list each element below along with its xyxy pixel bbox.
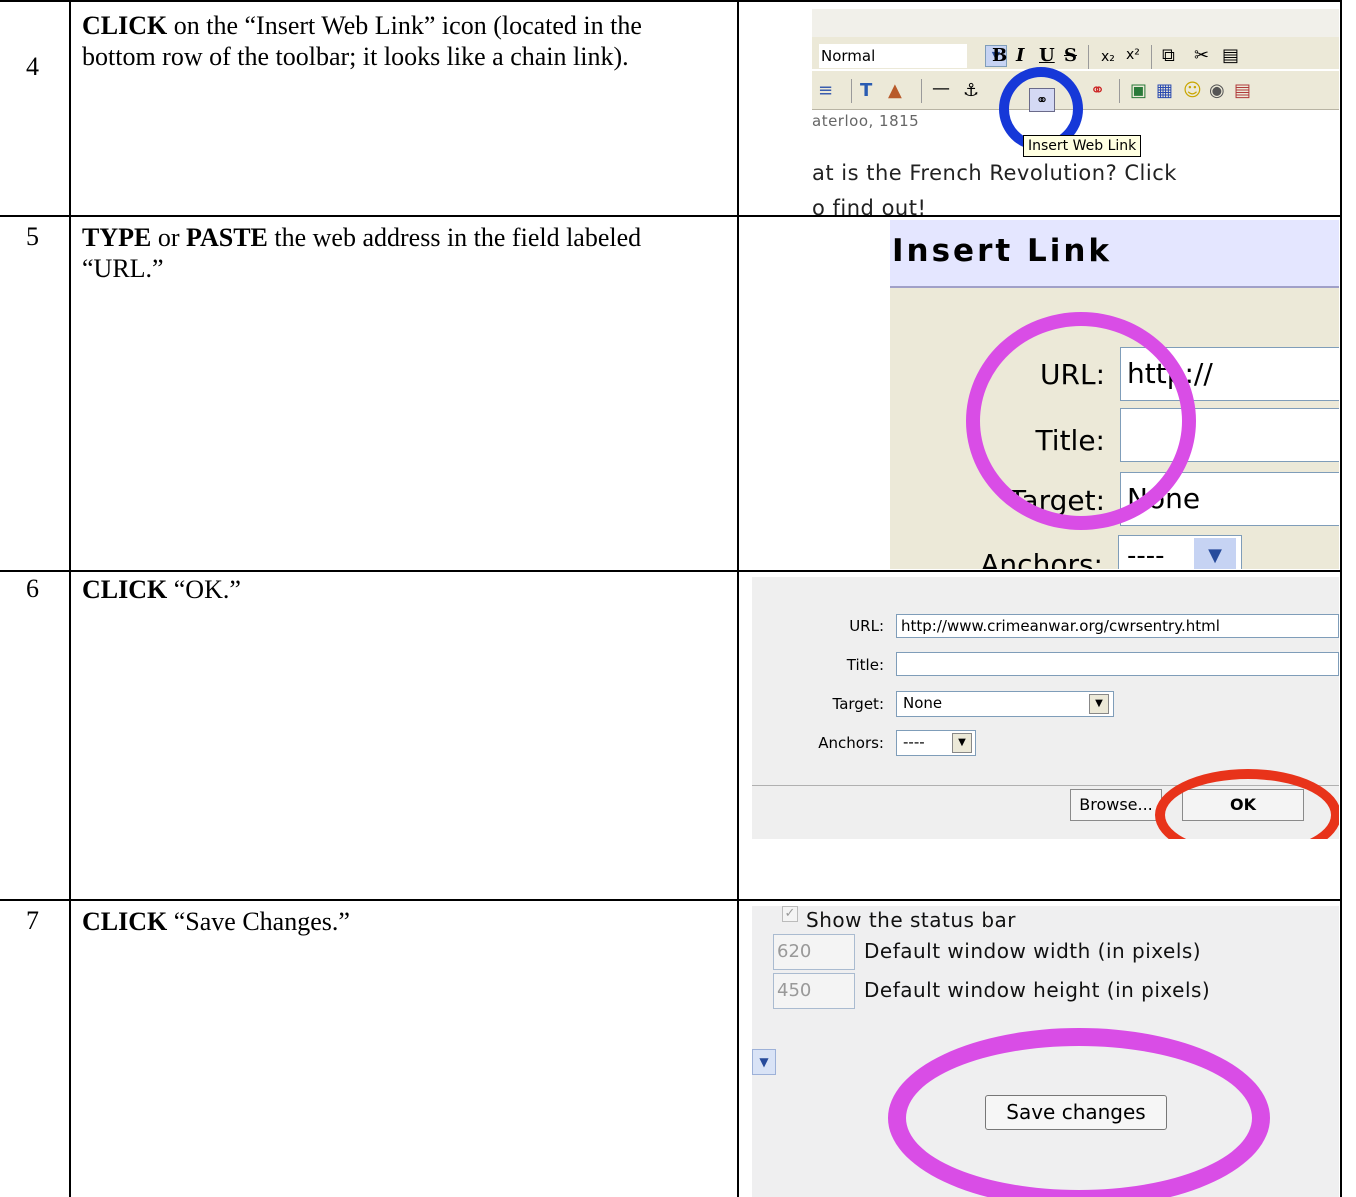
title-label: Title: bbox=[846, 656, 884, 674]
document-text: at is the French Revolution? Click bbox=[812, 161, 1177, 185]
chevron-down-icon[interactable]: ▼ bbox=[1194, 538, 1236, 569]
anchor-icon[interactable]: ⚓ bbox=[963, 81, 979, 101]
chevron-down-icon[interactable]: ▼ bbox=[1089, 694, 1109, 714]
step-instruction: CLICK “Save Changes.” bbox=[82, 906, 722, 937]
italic-icon[interactable]: I bbox=[1016, 46, 1024, 66]
copy-icon[interactable]: ⧉ bbox=[1162, 46, 1175, 66]
url-field[interactable]: http://www.crimeanwar.org/cwrsentry.html bbox=[896, 614, 1339, 638]
step-number: 5 bbox=[26, 222, 39, 251]
paste-word-icon[interactable]: ▤ bbox=[1234, 81, 1251, 101]
insert-link-screenshot: Insert Link URL: http:// Title: Target: … bbox=[890, 220, 1339, 569]
paste-icon[interactable]: ▤ bbox=[1222, 46, 1239, 66]
format-select[interactable]: Normal bbox=[819, 44, 967, 68]
instruction-verb: PASTE bbox=[186, 223, 268, 252]
horizontal-rule-icon[interactable]: — bbox=[932, 79, 950, 99]
table-icon[interactable]: ▦ bbox=[1156, 81, 1173, 101]
highlight-circle bbox=[888, 1028, 1270, 1197]
row-divider bbox=[0, 215, 1342, 217]
toolbar-screenshot: Normal ▼ B I U S x₂ x² ⧉ ✂ ▤ ≡ T ▲ — ⚓ ⚭… bbox=[741, 9, 1339, 215]
underline-icon[interactable]: U bbox=[1039, 46, 1055, 66]
superscript-icon[interactable]: x² bbox=[1126, 45, 1140, 65]
highlight-circle bbox=[1155, 769, 1339, 839]
toolbar-separator bbox=[851, 79, 852, 103]
settings-screenshot: ✓ Show the status bar 620 Default window… bbox=[752, 906, 1339, 1197]
toolbar-separator bbox=[921, 79, 922, 103]
toolbar-top-strip bbox=[812, 9, 1339, 37]
subscript-icon[interactable]: x₂ bbox=[1101, 47, 1115, 67]
step-number: 4 bbox=[26, 52, 39, 81]
chevron-down-icon[interactable]: ▼ bbox=[952, 733, 972, 753]
row-divider bbox=[0, 899, 1342, 901]
row-divider bbox=[0, 570, 1342, 572]
cut-icon[interactable]: ✂ bbox=[1194, 46, 1209, 66]
chevron-down-icon[interactable]: ▼ bbox=[752, 1049, 776, 1075]
instruction-text: “OK.” bbox=[167, 575, 241, 604]
url-label: URL: bbox=[849, 617, 884, 635]
instruction-verb: TYPE bbox=[82, 223, 152, 252]
instruction-verb: CLICK bbox=[82, 11, 168, 40]
remove-link-icon[interactable]: ⚭ bbox=[1090, 81, 1105, 101]
step-number: 7 bbox=[26, 906, 39, 935]
document-text: aterloo, 1815 bbox=[812, 112, 920, 130]
title-field[interactable] bbox=[896, 652, 1339, 676]
text-color-icon[interactable]: T bbox=[860, 81, 872, 101]
image-icon[interactable]: ▣ bbox=[1130, 81, 1147, 101]
window-height-input[interactable]: 450 bbox=[773, 973, 855, 1009]
dialog-title: Insert Link bbox=[890, 220, 1339, 288]
toolbar-separator bbox=[1119, 79, 1120, 103]
background-color-icon[interactable]: ▲ bbox=[888, 81, 902, 101]
status-bar-checkbox[interactable]: ✓ bbox=[782, 906, 798, 922]
window-height-label: Default window height (in pixels) bbox=[864, 978, 1211, 1002]
instruction-text: “Save Changes.” bbox=[167, 907, 350, 936]
instruction-verb: CLICK bbox=[82, 907, 168, 936]
step-instruction: CLICK “OK.” bbox=[82, 574, 722, 605]
link-dialog-screenshot: URL: http://www.crimeanwar.org/cwrsentry… bbox=[752, 577, 1339, 839]
instruction-verb: CLICK bbox=[82, 575, 168, 604]
tooltip: Insert Web Link bbox=[1023, 135, 1142, 157]
bold-icon[interactable]: B bbox=[992, 46, 1007, 66]
column-divider bbox=[737, 0, 739, 1197]
anchors-label: Anchors: bbox=[980, 548, 1103, 569]
status-bar-label: Show the status bar bbox=[806, 908, 1016, 932]
step-number: 6 bbox=[26, 574, 39, 603]
window-width-label: Default window width (in pixels) bbox=[864, 939, 1202, 963]
anchors-label: Anchors: bbox=[818, 734, 884, 752]
strikethrough-icon[interactable]: S bbox=[1064, 46, 1077, 66]
column-divider bbox=[69, 0, 71, 1197]
window-width-input[interactable]: 620 bbox=[773, 934, 855, 970]
step-instruction: CLICK on the “Insert Web Link” icon (loc… bbox=[82, 10, 722, 72]
target-label: Target: bbox=[832, 695, 884, 713]
browse-button[interactable]: Browse... bbox=[1070, 789, 1162, 821]
highlight-circle bbox=[966, 312, 1196, 530]
table-border-top bbox=[0, 0, 1342, 2]
instruction-text: or bbox=[151, 223, 187, 252]
indent-icon[interactable]: ≡ bbox=[818, 81, 833, 101]
table-border-right bbox=[1340, 0, 1342, 1197]
target-select[interactable]: None bbox=[896, 691, 1114, 717]
media-icon[interactable]: ◉ bbox=[1209, 81, 1225, 101]
smiley-icon[interactable]: ☺ bbox=[1183, 81, 1202, 101]
toolbar-separator bbox=[1088, 45, 1089, 69]
toolbar-separator bbox=[1151, 45, 1152, 69]
document-text: o find out! bbox=[812, 196, 927, 215]
step-instruction: TYPE or PASTE the web address in the fie… bbox=[82, 222, 722, 284]
